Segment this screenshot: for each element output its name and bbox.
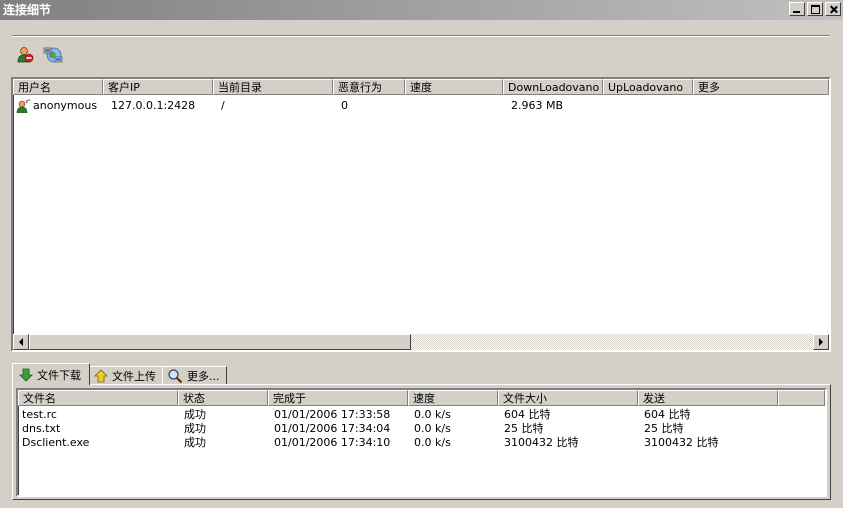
tab-content: 文件名 状态 完成于 速度 文件大小 发送 test.rc 成功 01/01/2… (12, 384, 831, 500)
file-list-header: 文件名 状态 完成于 速度 文件大小 发送 (18, 390, 825, 406)
column-header-current-dir[interactable]: 当前目录 (213, 79, 333, 95)
file-row[interactable]: test.rc 成功 01/01/2006 17:33:58 0.0 k/s 6… (18, 408, 778, 422)
file-speed: 0.0 k/s (414, 408, 451, 421)
file-sent: 25 比特 (644, 422, 684, 435)
window-title: 连接细节 (3, 3, 52, 17)
scroll-right-button[interactable] (813, 334, 829, 350)
network-computers-icon (43, 46, 63, 64)
cell-download: 2.963 MB (511, 99, 564, 112)
file-name: dns.txt (22, 422, 61, 435)
file-size: 25 比特 (504, 422, 544, 435)
file-size: 3100432 比特 (504, 436, 579, 449)
file-status: 成功 (184, 422, 206, 435)
magnifier-icon (167, 368, 183, 384)
transfer-tabs: 文件下载 文件上传 更多... (12, 363, 227, 385)
cell-user: z² anonymous (13, 99, 103, 113)
disconnect-user-button[interactable] (14, 44, 36, 66)
toolbar-separator (12, 35, 830, 37)
tab-more-label: 更多... (187, 370, 220, 383)
file-row[interactable]: Dsclient.exe 成功 01/01/2006 17:34:10 0.0 … (18, 436, 778, 450)
scrollbar-track[interactable] (411, 334, 813, 350)
file-sent: 3100432 比特 (644, 436, 719, 449)
download-arrow-icon (19, 368, 33, 382)
column-header-status[interactable]: 状态 (178, 390, 268, 406)
file-name: test.rc (22, 408, 57, 421)
column-header-client-ip[interactable]: 客户IP (103, 79, 213, 95)
column-header-filler (778, 390, 825, 406)
user-icon: z² (16, 99, 30, 113)
cell-upload (603, 99, 693, 113)
cell-client-ip: 127.0.0.1:2428 (111, 99, 196, 112)
connections-header: 用户名 客户IP 当前目录 恶意行为 速度 DownLoadovano UpLo… (13, 79, 829, 95)
connections-list[interactable]: 用户名 客户IP 当前目录 恶意行为 速度 DownLoadovano UpLo… (11, 77, 831, 352)
file-speed: 0.0 k/s (414, 422, 451, 435)
cell-speed (405, 99, 503, 113)
upload-arrow-icon (94, 369, 108, 383)
tab-more[interactable]: 更多... (162, 366, 227, 385)
username-text: anonymous (33, 99, 98, 112)
file-name: Dsclient.exe (22, 436, 90, 449)
file-sent: 604 比特 (644, 408, 691, 421)
column-header-filesize[interactable]: 文件大小 (498, 390, 638, 406)
column-header-download[interactable]: DownLoadovano (503, 79, 603, 95)
cell-malicious: 0 (341, 99, 348, 112)
file-status: 成功 (184, 436, 206, 449)
file-row[interactable]: dns.txt 成功 01/01/2006 17:34:04 0.0 k/s 2… (18, 422, 778, 436)
column-header-filename[interactable]: 文件名 (18, 390, 178, 406)
disconnect-user-icon (16, 46, 34, 64)
file-size: 604 比特 (504, 408, 551, 421)
network-button[interactable] (42, 44, 64, 66)
column-header-speed[interactable]: 速度 (408, 390, 498, 406)
file-completed: 01/01/2006 17:34:10 (274, 436, 391, 449)
file-completed: 01/01/2006 17:33:58 (274, 408, 391, 421)
file-completed: 01/01/2006 17:34:04 (274, 422, 391, 435)
column-header-sent[interactable]: 发送 (638, 390, 778, 406)
tab-download-label: 文件下载 (37, 368, 81, 382)
tab-download[interactable]: 文件下载 (12, 363, 90, 385)
scrollbar-thumb[interactable] (29, 334, 411, 350)
title-bar: 连接细节 (0, 0, 843, 20)
column-header-malicious[interactable]: 恶意行为 (333, 79, 405, 95)
tab-upload-label: 文件上传 (112, 370, 156, 383)
minimize-button[interactable] (789, 2, 805, 16)
cell-current-dir: / (221, 99, 225, 112)
cell-more (693, 99, 829, 113)
column-header-upload[interactable]: UpLoadovano (603, 79, 693, 95)
tab-upload[interactable]: 文件上传 (89, 366, 163, 385)
column-header-speed[interactable]: 速度 (405, 79, 503, 95)
column-header-completed[interactable]: 完成于 (268, 390, 408, 406)
svg-text:z²: z² (26, 99, 31, 105)
column-header-username[interactable]: 用户名 (13, 79, 103, 95)
close-button[interactable] (825, 2, 841, 16)
connection-row[interactable]: z² anonymous 127.0.0.1:2428 / 0 2.963 MB (13, 99, 829, 113)
file-speed: 0.0 k/s (414, 436, 451, 449)
column-header-more[interactable]: 更多 (693, 79, 829, 95)
window-controls (789, 2, 841, 16)
maximize-button[interactable] (807, 2, 823, 16)
file-list[interactable]: 文件名 状态 完成于 速度 文件大小 发送 test.rc 成功 01/01/2… (16, 388, 827, 497)
scroll-left-button[interactable] (13, 334, 29, 350)
file-status: 成功 (184, 408, 206, 421)
horizontal-scrollbar[interactable] (13, 334, 829, 350)
